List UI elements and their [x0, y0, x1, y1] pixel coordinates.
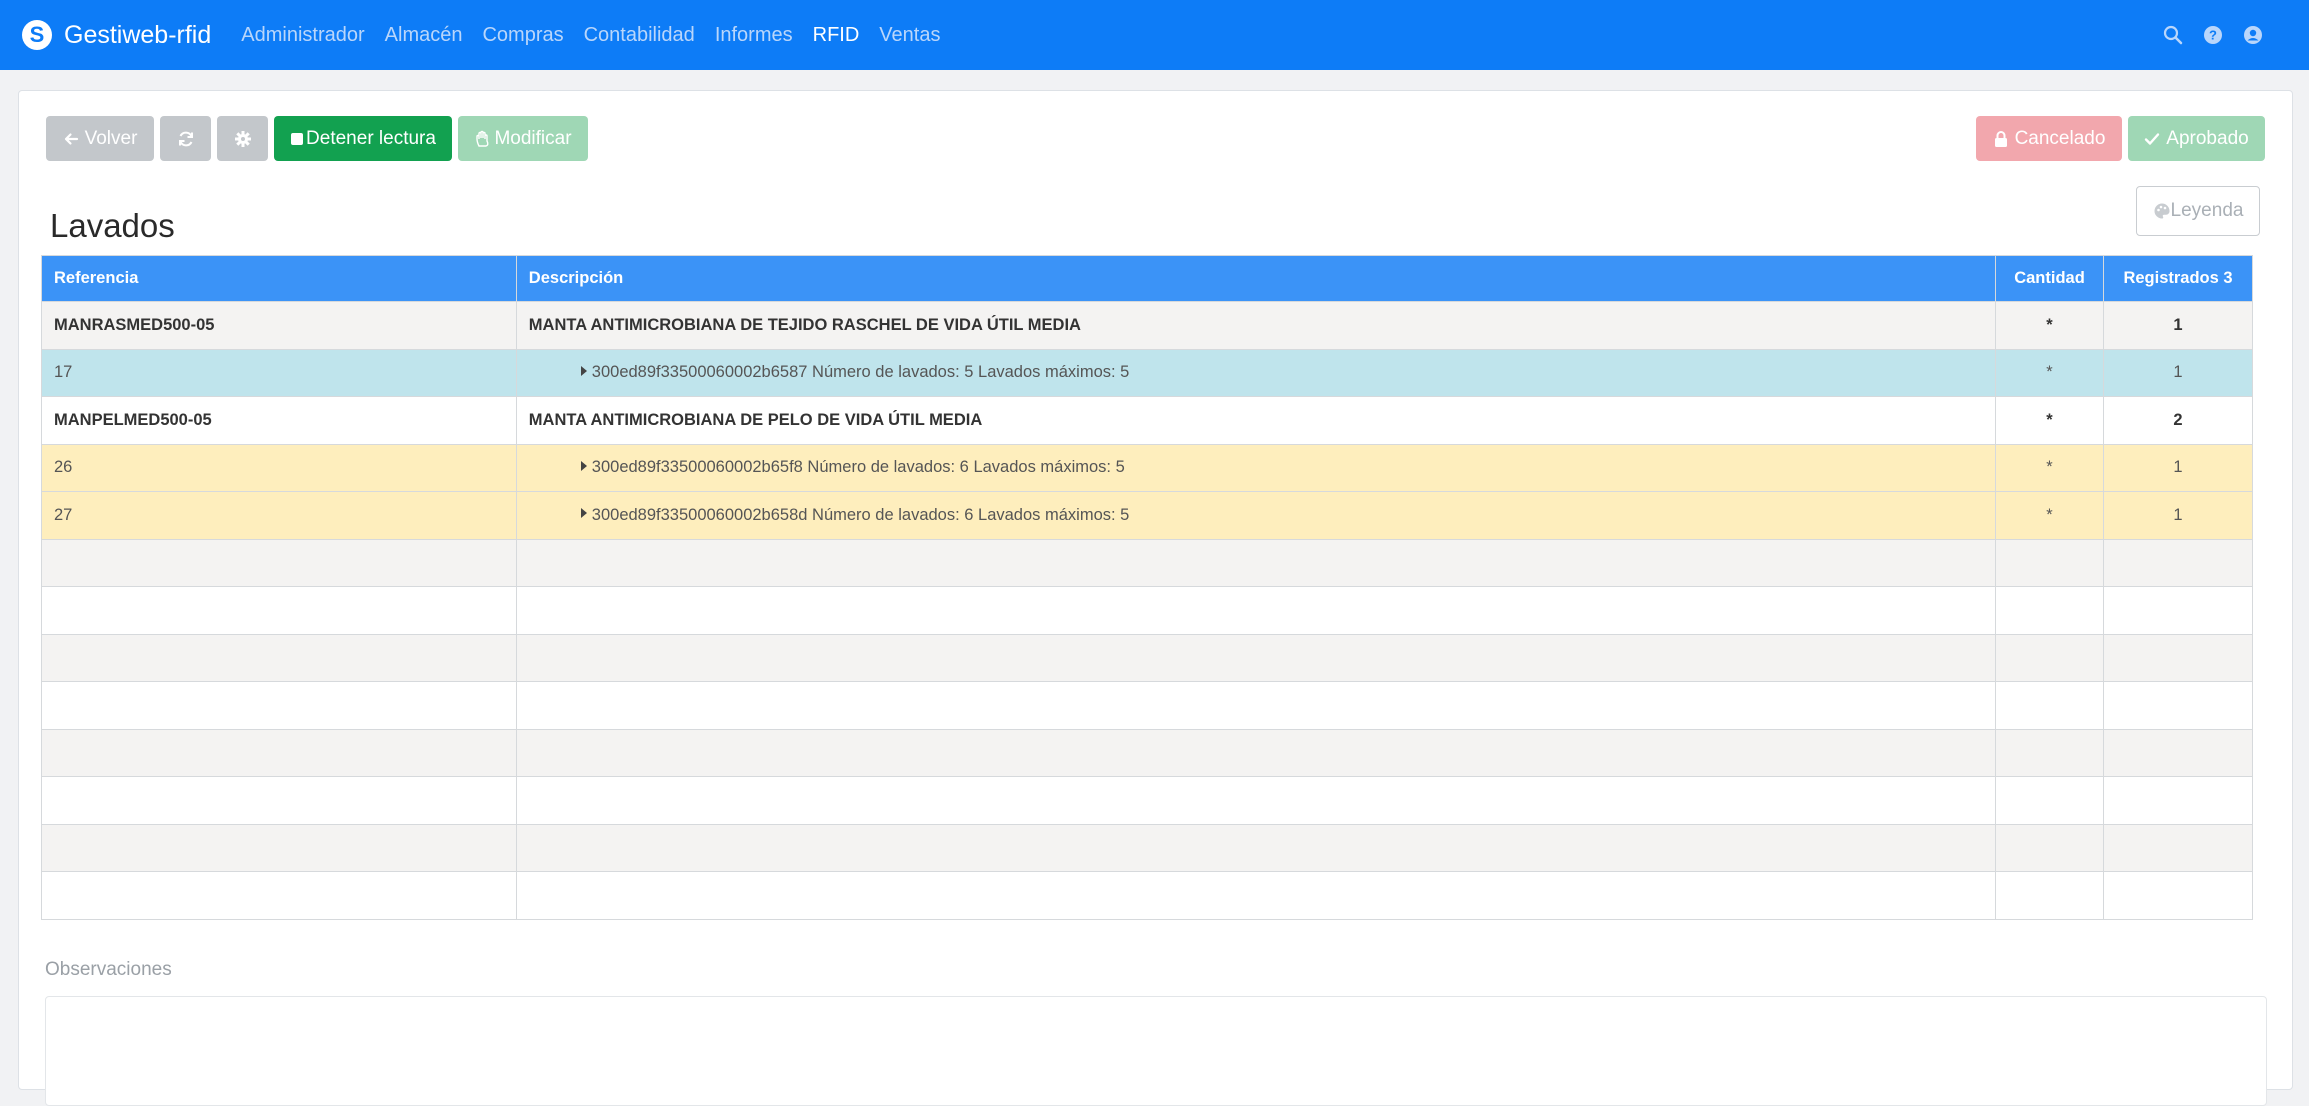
- menu-item-rfid[interactable]: RFID: [813, 24, 860, 47]
- empty-row: [41, 586, 2253, 635]
- stop-icon: [291, 132, 304, 145]
- empty-row: [41, 776, 2253, 825]
- palette-icon: [2154, 203, 2170, 219]
- header-reference[interactable]: Referencia: [41, 255, 517, 302]
- main-menu: Administrador Almacén Compras Contabilid…: [241, 24, 960, 47]
- tag-description: 300ed89f33500060002b658d Número de lavad…: [591, 505, 1130, 524]
- help-icon[interactable]: ?: [2203, 25, 2223, 45]
- cancelled-label: Cancelado: [2014, 127, 2106, 149]
- hand-icon: [476, 130, 489, 147]
- stop-reading-button[interactable]: Detener lectura: [274, 116, 452, 161]
- modify-label: Modificar: [494, 127, 572, 149]
- approved-label: Aprobado: [2166, 127, 2249, 149]
- back-button-label: Volver: [84, 127, 138, 149]
- table-row[interactable]: MANRASMED500-05 MANTA ANTIMICROBIANA DE …: [41, 301, 2253, 350]
- cell-quantity: *: [1995, 348, 2104, 397]
- menu-item-almacen[interactable]: Almacén: [385, 24, 463, 47]
- header-quantity[interactable]: Cantidad: [1995, 255, 2104, 302]
- cell-quantity: *: [1995, 301, 2104, 350]
- cell-reference: 27: [41, 491, 517, 540]
- empty-row: [41, 538, 2253, 587]
- cell-quantity: *: [1995, 443, 2104, 492]
- lock-icon: [1994, 130, 2007, 147]
- settings-button[interactable]: [217, 116, 268, 161]
- observations-textarea[interactable]: [45, 996, 2267, 1106]
- gear-icon: [234, 130, 251, 147]
- empty-row: [41, 823, 2253, 872]
- table-row[interactable]: 17 300ed89f33500060002b6587 Número de la…: [41, 348, 2253, 397]
- observations-label: Observaciones: [45, 959, 172, 980]
- menu-item-administrador[interactable]: Administrador: [241, 24, 364, 47]
- cell-registered: 1: [2103, 301, 2253, 350]
- menu-item-contabilidad[interactable]: Contabilidad: [584, 24, 695, 47]
- cell-description: 300ed89f33500060002b658d Número de lavad…: [515, 491, 1997, 540]
- header-registered[interactable]: Registrados 3: [2103, 255, 2253, 302]
- table-row[interactable]: MANPELMED500-05 MANTA ANTIMICROBIANA DE …: [41, 396, 2253, 445]
- table-row[interactable]: 26 300ed89f33500060002b65f8 Número de la…: [41, 443, 2253, 492]
- approved-button[interactable]: Aprobado: [2128, 116, 2265, 161]
- cell-registered: 1: [2103, 491, 2253, 540]
- brand-logo-icon: S: [22, 20, 52, 50]
- refresh-icon: [178, 131, 193, 146]
- search-icon[interactable]: [2163, 25, 2183, 45]
- page-title: Lavados: [50, 207, 175, 245]
- status-toolbar: Cancelado Aprobado: [1976, 116, 2265, 161]
- stop-reading-label: Detener lectura: [306, 127, 436, 149]
- washes-table: Referencia Descripción Cantidad Registra…: [41, 255, 2253, 920]
- menu-item-informes[interactable]: Informes: [715, 24, 793, 47]
- back-button[interactable]: Volver: [46, 116, 154, 161]
- legend-label: Leyenda: [2170, 200, 2244, 221]
- legend-button[interactable]: Leyenda: [2136, 186, 2260, 236]
- cell-reference: MANRASMED500-05: [41, 301, 517, 350]
- table-row[interactable]: 27 300ed89f33500060002b658d Número de la…: [41, 491, 2253, 540]
- empty-row: [41, 871, 2253, 920]
- toolbar: Volver Detener lectura Modificar: [46, 116, 588, 161]
- check-icon: [2145, 132, 2160, 145]
- header-description[interactable]: Descripción: [515, 255, 1997, 302]
- cell-reference: 26: [41, 443, 517, 492]
- empty-row: [41, 728, 2253, 777]
- main-card: Volver Detener lectura Modificar Cancela…: [18, 90, 2293, 1106]
- caret-right-icon: [580, 365, 587, 376]
- cell-registered: 2: [2103, 396, 2253, 445]
- empty-row: [41, 633, 2253, 682]
- cell-quantity: *: [1995, 396, 2104, 445]
- empty-row: [41, 681, 2253, 730]
- navbar-actions: ?: [2163, 25, 2287, 45]
- svg-text:?: ?: [2209, 28, 2217, 43]
- table-header-row: Referencia Descripción Cantidad Registra…: [41, 255, 2253, 302]
- cell-registered: 1: [2103, 348, 2253, 397]
- menu-item-ventas[interactable]: Ventas: [879, 24, 940, 47]
- caret-right-icon: [580, 508, 587, 519]
- user-icon[interactable]: [2243, 25, 2263, 45]
- refresh-button[interactable]: [160, 116, 211, 161]
- cell-reference: 17: [41, 348, 517, 397]
- cell-quantity: *: [1995, 491, 2104, 540]
- tag-description: 300ed89f33500060002b65f8 Número de lavad…: [591, 458, 1125, 477]
- cell-description: 300ed89f33500060002b6587 Número de lavad…: [515, 348, 1997, 397]
- brand-name: Gestiweb-rfid: [64, 20, 212, 49]
- modify-button[interactable]: Modificar: [458, 116, 588, 161]
- cell-registered: 1: [2103, 443, 2253, 492]
- brand[interactable]: S Gestiweb-rfid: [22, 20, 211, 50]
- cancelled-button[interactable]: Cancelado: [1976, 116, 2122, 161]
- cell-description: 300ed89f33500060002b65f8 Número de lavad…: [515, 443, 1997, 492]
- top-navbar: S Gestiweb-rfid Administrador Almacén Co…: [0, 0, 2309, 70]
- caret-right-icon: [580, 460, 587, 471]
- cell-reference: MANPELMED500-05: [41, 396, 517, 445]
- cell-description: MANTA ANTIMICROBIANA DE PELO DE VIDA ÚTI…: [515, 396, 1997, 445]
- cell-description: MANTA ANTIMICROBIANA DE TEJIDO RASCHEL D…: [515, 301, 1997, 350]
- arrow-left-icon: [64, 132, 78, 145]
- tag-description: 300ed89f33500060002b6587 Número de lavad…: [591, 363, 1130, 382]
- menu-item-compras[interactable]: Compras: [482, 24, 563, 47]
